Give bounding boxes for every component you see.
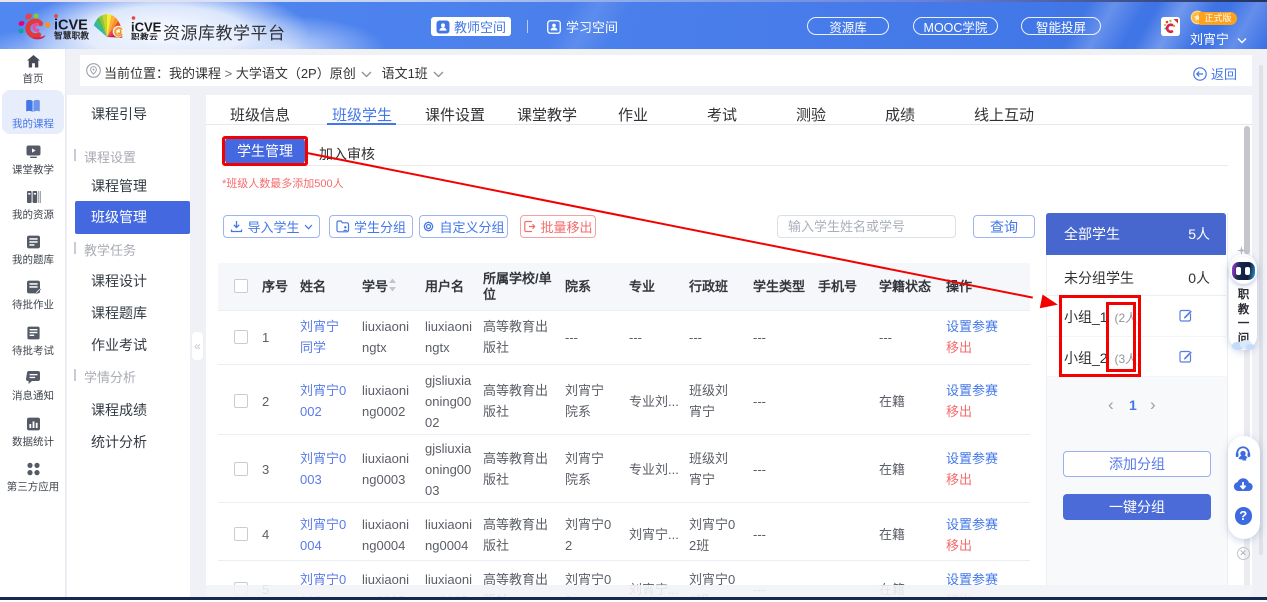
svg-text:智慧职教: 智慧职教 xyxy=(54,30,89,41)
svg-text:职教云: 职教云 xyxy=(131,31,158,40)
